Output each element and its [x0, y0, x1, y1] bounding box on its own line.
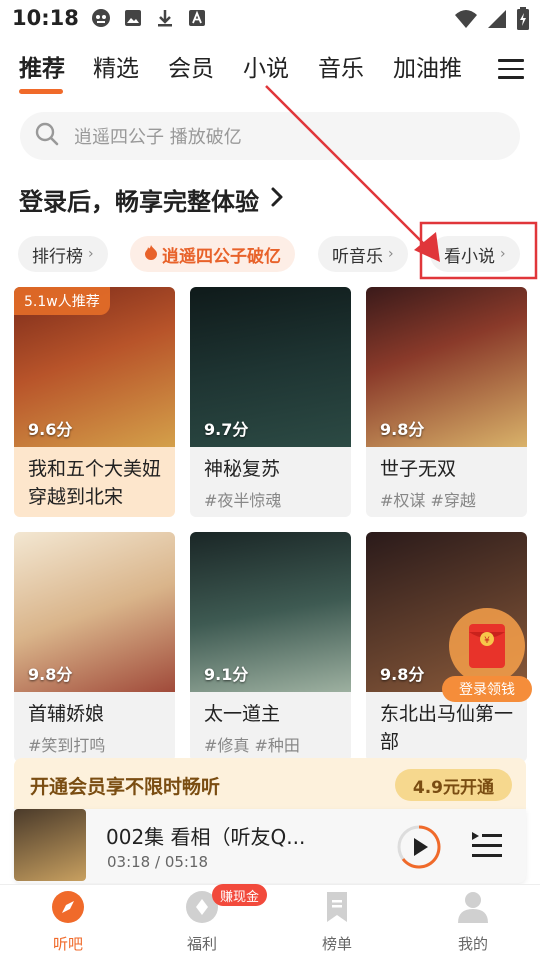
book-tags: #笑到打鸣: [28, 736, 106, 755]
book-title: 太一道主: [204, 703, 281, 725]
nav-label: 福利: [186, 935, 217, 953]
book-title: 我和五个大美妞穿越到北宋: [28, 458, 162, 508]
book-tags: #权谋 #穿越: [380, 491, 476, 510]
wifi-icon: [454, 8, 478, 34]
vip-promo-bar[interactable]: 开通会员享不限时畅听 4.9元开通: [14, 758, 526, 812]
book-card[interactable]: 5.1w人推荐 9.6分 我和五个大美妞穿越到北宋: [14, 287, 175, 517]
recommend-badge: 5.1w人推荐: [14, 287, 110, 315]
book-score: 9.6分: [28, 420, 73, 439]
compass-icon: [50, 889, 86, 929]
book-title: 神秘复苏: [204, 458, 281, 480]
login-banner-text: 登录后，畅享完整体验: [19, 188, 259, 216]
playlist-icon[interactable]: [470, 829, 504, 861]
font-a-icon: [187, 8, 207, 28]
book-score: 9.8分: [380, 420, 425, 439]
bottom-nav: 听吧 福利 榜单 我的: [0, 884, 540, 960]
player-time: 03:18 / 05:18: [107, 853, 209, 871]
status-bar: 10:18: [0, 0, 540, 36]
chip-label: 逍遥四公子破亿: [162, 246, 281, 267]
nav-label: 我的: [457, 935, 488, 953]
earn-cash-badge: 赚现金: [212, 884, 268, 906]
annotation-arrow: [265, 85, 427, 247]
book-score: 9.8分: [28, 665, 73, 684]
book-tags: #修真 #种田: [204, 736, 300, 755]
chip-label: 看小说: [444, 246, 495, 267]
book-score: 9.7分: [204, 420, 249, 439]
menu-icon[interactable]: [498, 54, 524, 84]
chip-ranking[interactable]: 排行榜 ›: [18, 236, 108, 272]
chevron-right-icon: [269, 186, 285, 214]
mini-player[interactable]: 002集 看相（听友Q... 03:18 / 05:18: [14, 809, 526, 883]
chip-label: 排行榜: [32, 246, 83, 267]
login-banner[interactable]: 登录后，畅享完整体验: [19, 182, 285, 217]
active-tab-indicator: [19, 89, 63, 94]
chevron-right-icon: ›: [388, 246, 394, 262]
search-icon: [34, 121, 60, 151]
tab-boost[interactable]: 加油推: [393, 52, 462, 86]
flame-icon: [144, 244, 158, 265]
player-title: 002集 看相（听友Q...: [106, 825, 306, 849]
book-card[interactable]: 9.8分 世子无双 #权谋 #穿越: [366, 287, 527, 517]
person-icon: [455, 889, 491, 929]
tab-featured[interactable]: 精选: [93, 52, 139, 86]
tab-music[interactable]: 音乐: [318, 52, 364, 86]
vip-promo-text: 开通会员享不限时畅听: [30, 775, 221, 798]
chevron-right-icon: ›: [500, 246, 506, 262]
book-card[interactable]: 9.7分 神秘复苏 #夜半惊魂: [190, 287, 351, 517]
tab-vip[interactable]: 会员: [168, 52, 214, 86]
chevron-right-icon: ›: [88, 246, 94, 262]
book-score: 9.1分: [204, 665, 249, 684]
book-title: 首辅娇娘: [28, 703, 105, 725]
app-notification-icon: [91, 8, 111, 28]
search-placeholder: 逍遥四公子 播放破亿: [74, 127, 242, 148]
book-title: 东北出马仙第一部: [380, 703, 514, 753]
chip-label: 听音乐: [332, 246, 383, 267]
battery-icon: [516, 7, 530, 35]
nav-label: 榜单: [321, 935, 352, 953]
red-packet-label[interactable]: 登录领钱: [442, 676, 532, 702]
download-icon: [155, 8, 175, 28]
nav-item-listen[interactable]: 听吧: [23, 889, 113, 954]
quick-chips: 排行榜 › 逍遥四公子破亿 听音乐 › 看小说 ›: [18, 236, 538, 272]
svg-text:¥: ¥: [484, 636, 490, 646]
nav-label: 听吧: [52, 935, 83, 953]
nav-item-me[interactable]: 我的: [428, 889, 518, 954]
status-time: 10:18: [12, 6, 79, 30]
book-tags: #夜半惊魂: [204, 491, 282, 510]
tab-novel[interactable]: 小说: [243, 52, 289, 86]
play-button[interactable]: [396, 824, 442, 870]
tab-recommend[interactable]: 推荐: [19, 52, 65, 86]
bookmark-icon: [319, 889, 355, 929]
image-icon: [123, 8, 143, 28]
book-card[interactable]: 9.1分 太一道主 #修真 #种田: [190, 532, 351, 762]
book-score: 9.8分: [380, 665, 425, 684]
book-title: 世子无双: [380, 458, 457, 480]
player-cover[interactable]: [14, 809, 86, 881]
chip-novel[interactable]: 看小说 ›: [430, 236, 520, 272]
signal-icon: [486, 8, 508, 34]
book-card[interactable]: 9.8分 首辅娇娘 #笑到打鸣: [14, 532, 175, 762]
category-tabs: 推荐 精选 会员 小说 音乐 加油推: [0, 52, 540, 96]
chip-music[interactable]: 听音乐 ›: [318, 236, 408, 272]
search-bar[interactable]: 逍遥四公子 播放破亿: [20, 112, 520, 160]
nav-item-ranking[interactable]: 榜单: [292, 889, 382, 954]
vip-open-button[interactable]: 4.9元开通: [394, 769, 512, 801]
chip-hot-topic[interactable]: 逍遥四公子破亿: [130, 236, 295, 272]
